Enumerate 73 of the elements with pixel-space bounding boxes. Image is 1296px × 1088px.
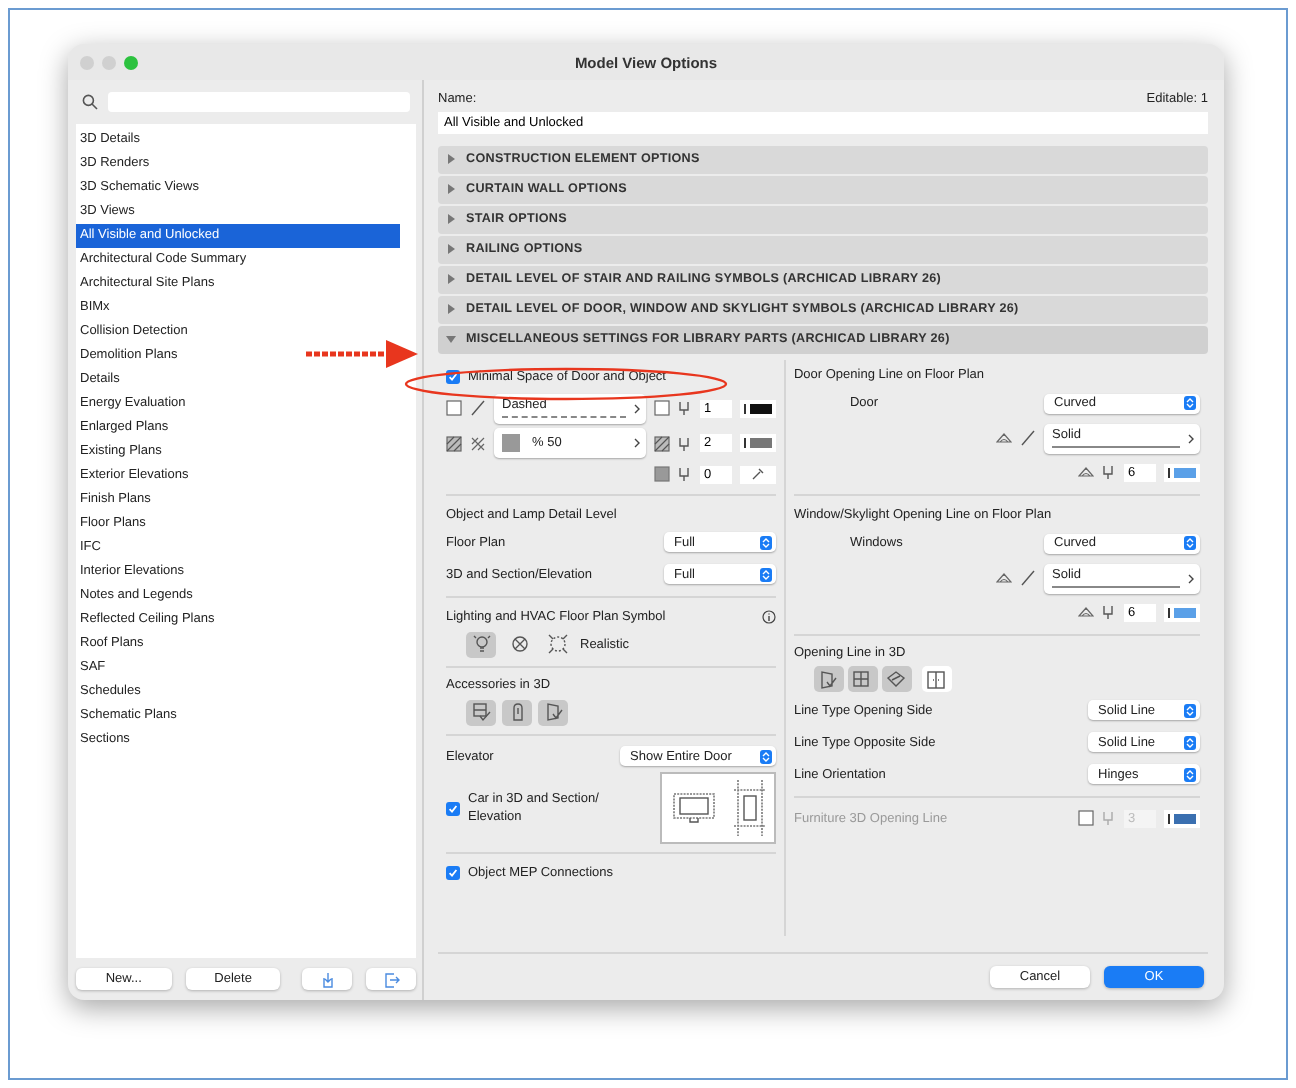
opening-type-toggle[interactable] (813, 666, 844, 692)
stepper-icon (1184, 396, 1196, 410)
opening-line-icon (1078, 464, 1094, 480)
fill-icon (470, 435, 486, 451)
pen-icon (1102, 464, 1116, 480)
annotation-arrow (306, 340, 418, 368)
hand-icon (507, 702, 527, 722)
eyedropper-icon (752, 468, 764, 480)
lightbulb-icon (471, 634, 491, 654)
elevator-shaft-drawing (733, 778, 765, 838)
line-icon (1020, 570, 1036, 586)
accessory-toggle[interactable] (466, 699, 496, 725)
check-icon (448, 867, 458, 877)
background-icon (654, 466, 670, 482)
elevator-car-drawing (671, 790, 715, 826)
opening-line-icon (996, 430, 1012, 446)
contour-icon (654, 400, 670, 416)
symbol-toggle[interactable] (466, 631, 496, 657)
accessory-toggle[interactable] (502, 699, 532, 725)
disclosure-triangle-icon (446, 304, 456, 315)
import-icon (319, 971, 336, 987)
cabinet-icon (926, 669, 947, 689)
pen-color-swatch[interactable] (1164, 603, 1200, 621)
stepper-icon (760, 749, 772, 763)
stepper-icon (1184, 703, 1196, 717)
pen-color-swatch[interactable] (1164, 463, 1200, 481)
window-icon (852, 669, 873, 689)
stepper-icon (760, 535, 772, 549)
opening-line-icon (1078, 604, 1094, 620)
stepper-icon (1184, 536, 1196, 550)
hatch-icon (446, 435, 462, 451)
check-icon (448, 803, 458, 813)
info-icon (762, 609, 776, 623)
door-icon (543, 702, 563, 722)
opening-type-toggle[interactable] (881, 666, 912, 692)
opening-type-toggle[interactable] (847, 666, 878, 692)
opening-line-icon (996, 570, 1012, 586)
crossed-circle-icon (509, 634, 529, 654)
disclosure-triangle-icon (446, 334, 456, 345)
disclosure-triangle-icon (446, 184, 456, 195)
check-icon (448, 371, 458, 381)
opening-type-toggle[interactable] (921, 666, 952, 692)
disclosure-triangle-icon (446, 154, 456, 165)
disclosure-triangle-icon (446, 274, 456, 285)
line-icon (470, 400, 486, 416)
line-icon (1020, 430, 1036, 446)
pen-icon (678, 435, 692, 451)
pen-color-swatch[interactable] (740, 434, 776, 452)
panel-icon (471, 702, 491, 722)
door-icon (818, 669, 839, 689)
pen-color-swatch[interactable] (740, 465, 776, 483)
pen-icon (1102, 604, 1116, 620)
chevron-icon (1188, 433, 1194, 443)
pen-color-swatch[interactable] (1164, 809, 1200, 827)
export-icon (383, 971, 400, 987)
stepper-icon (760, 567, 772, 581)
pen-icon (1102, 810, 1116, 826)
disclosure-triangle-icon (446, 244, 456, 255)
disclosure-triangle-icon (446, 214, 456, 225)
chevron-icon (634, 403, 640, 413)
dashed-circle-icon (547, 634, 567, 654)
pen-icon (678, 400, 692, 416)
fill-preview-icon (502, 434, 520, 452)
pen-color-swatch[interactable] (740, 399, 776, 417)
pen-icon (678, 466, 692, 482)
chevron-icon (634, 438, 640, 448)
stepper-icon (1184, 735, 1196, 749)
skylight-icon (886, 669, 907, 689)
accessory-toggle[interactable] (538, 699, 568, 725)
hatch-icon (654, 435, 670, 451)
stepper-icon (1184, 767, 1196, 781)
search-icon (82, 94, 98, 110)
chevron-icon (1188, 573, 1194, 583)
